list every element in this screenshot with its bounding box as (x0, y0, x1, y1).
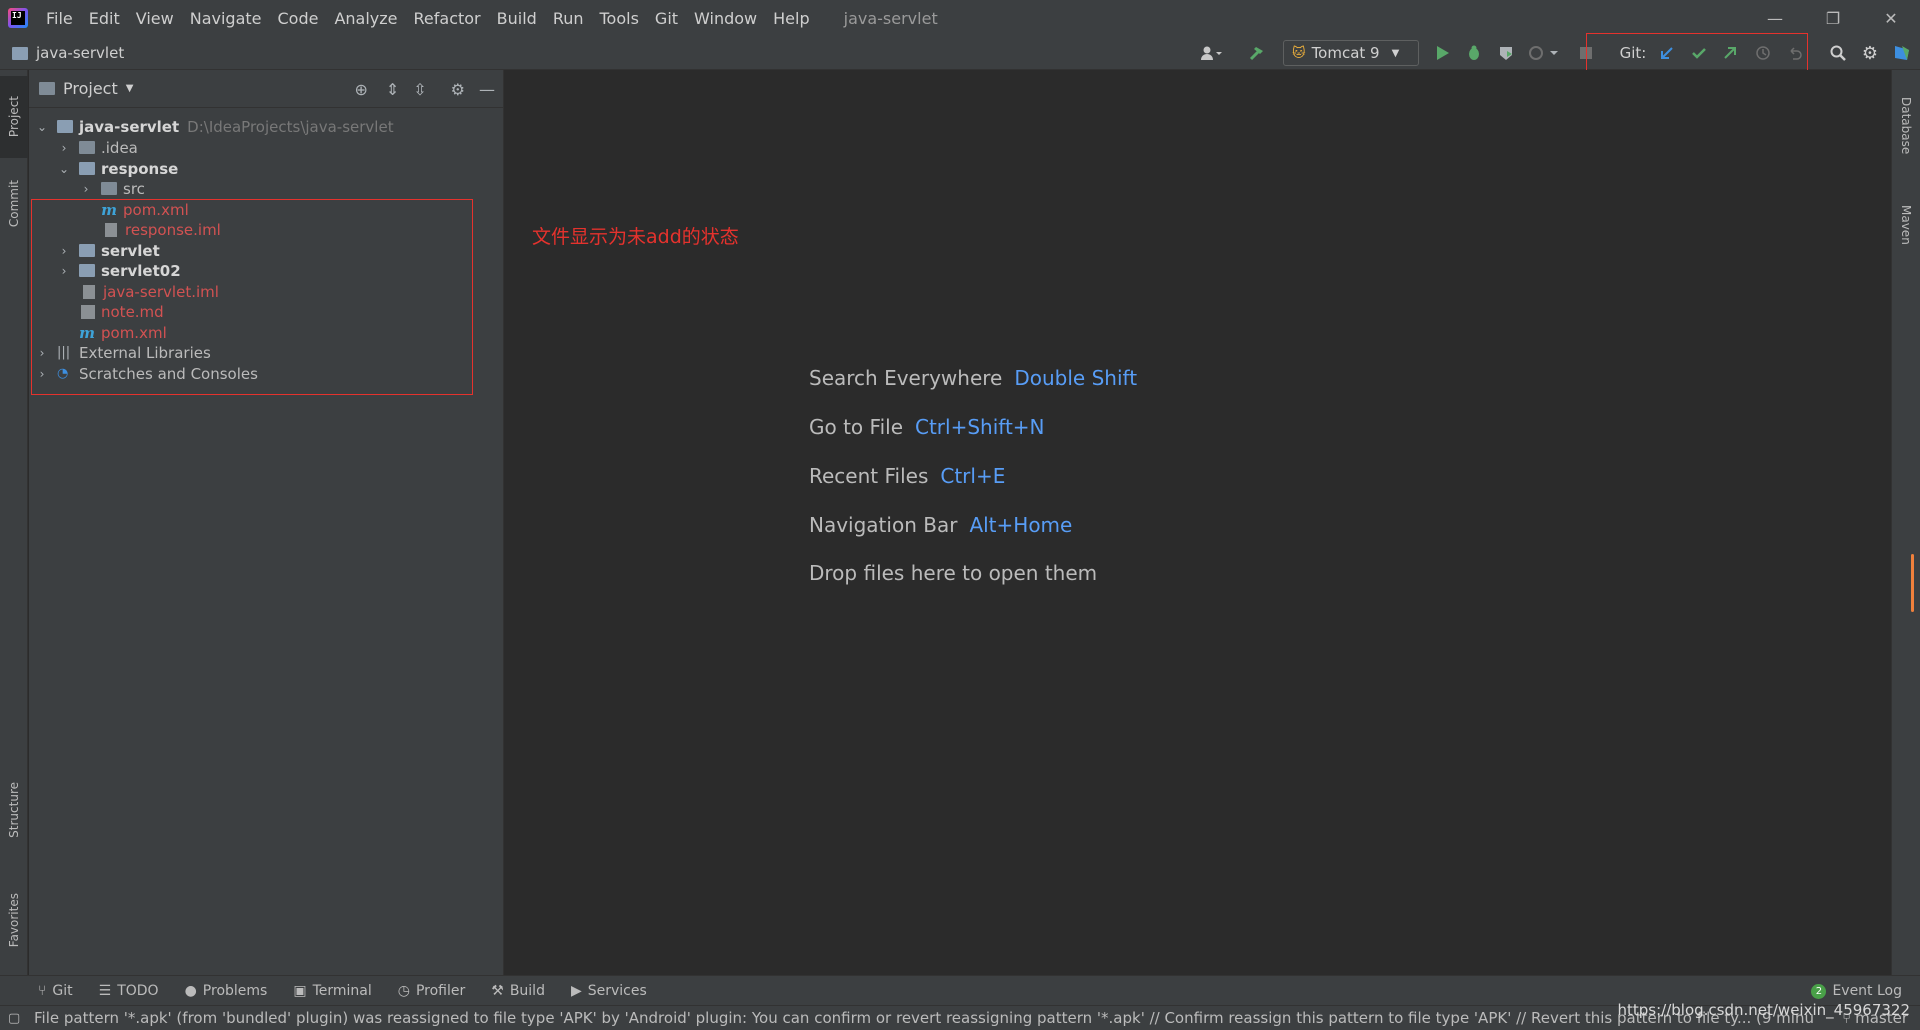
terminal-icon: ▣ (293, 982, 307, 999)
menu-help[interactable]: Help (765, 9, 817, 28)
annotation-text: 文件显示为未add的状态 (532, 226, 739, 248)
menu-view[interactable]: View (128, 9, 182, 28)
menu-navigate[interactable]: Navigate (182, 9, 270, 28)
run-icon[interactable] (1432, 36, 1454, 70)
window-controls: — ❐ ✕ (1746, 0, 1920, 36)
settings-gear-icon[interactable]: ⚙ (1858, 36, 1882, 70)
menu-refactor[interactable]: Refactor (406, 9, 489, 28)
tool-build[interactable]: ⚒ Build (491, 983, 545, 999)
profile-dropdown-icon[interactable] (1526, 36, 1560, 70)
tomcat-icon: 🐱 (1292, 45, 1306, 61)
tab-favorites[interactable]: Favorites (0, 876, 28, 964)
project-panel-title: Project (63, 79, 118, 98)
chevron-right-icon[interactable]: › (79, 182, 93, 196)
chevron-down-icon[interactable]: ⌄ (35, 120, 49, 134)
left-tool-strip: Project Commit Structure Favorites (0, 70, 28, 975)
minimize-button[interactable]: — (1746, 0, 1804, 36)
problems-icon: ● (184, 982, 197, 999)
tree-label: java-servlet (79, 117, 180, 136)
locate-file-icon[interactable]: ⊕ (354, 80, 367, 99)
menu-window[interactable]: Window (686, 9, 765, 28)
tab-commit[interactable]: Commit (0, 168, 28, 240)
restore-button[interactable]: ❐ (1804, 0, 1862, 36)
debug-icon[interactable] (1463, 36, 1485, 70)
menu-run[interactable]: Run (545, 9, 592, 28)
window-title: java-servlet (843, 8, 938, 28)
user-icon[interactable] (1196, 36, 1226, 70)
expand-all-icon[interactable]: ⇕ (386, 80, 399, 99)
project-folder-icon (12, 46, 28, 60)
project-panel-header: Project ▼ ⊕ ⇕ ⇳ ⚙ — (29, 70, 503, 108)
hint-search-everywhere: Search Everywhere Double Shift (809, 366, 1138, 390)
tree-label: .idea (101, 138, 138, 157)
editor-area[interactable] (505, 70, 1891, 975)
tree-label: src (123, 179, 145, 198)
project-view-icon (39, 82, 55, 95)
tab-database[interactable]: Database (1892, 76, 1920, 176)
tool-problems[interactable]: ● Problems (185, 983, 268, 999)
tree-path: D:\IdeaProjects\java-servlet (187, 117, 394, 136)
event-count-badge: 2 (1811, 983, 1827, 999)
module-folder-icon (57, 120, 73, 133)
breadcrumb[interactable]: java-servlet (12, 36, 124, 70)
menu-bar: IJ File Edit View Navigate Code Analyze … (0, 0, 1920, 36)
hammer-icon: ⚒ (491, 982, 504, 999)
watermark: https://blog.csdn.net/weixin_45967322 (1617, 1001, 1910, 1019)
gear-icon[interactable]: ⚙ (451, 80, 465, 99)
status-toggle-icon[interactable]: ▢ (8, 1011, 20, 1026)
tab-project[interactable]: Project (0, 76, 28, 158)
hint-drop-files: Drop files here to open them (809, 561, 1098, 585)
event-log-label: Event Log (1832, 983, 1902, 999)
menu-analyze[interactable]: Analyze (326, 9, 405, 28)
right-tool-strip: Database Maven (1891, 70, 1920, 975)
services-icon: ▶ (570, 982, 582, 999)
chevron-down-icon[interactable]: ⌄ (57, 162, 71, 176)
menu-tools[interactable]: Tools (592, 9, 647, 28)
collapse-all-icon[interactable]: ⇳ (413, 80, 426, 99)
tool-terminal[interactable]: ▣ Terminal (293, 983, 371, 999)
build-hammer-icon[interactable] (1245, 36, 1269, 70)
tool-git[interactable]: ⑂ Git (38, 983, 73, 999)
search-icon[interactable] (1826, 36, 1850, 70)
run-config-label: Tomcat 9 (1311, 44, 1380, 62)
list-icon: ☰ (98, 982, 112, 999)
tab-structure[interactable]: Structure (0, 770, 28, 850)
project-view-selector[interactable]: Project ▼ (39, 79, 133, 98)
chevron-right-icon[interactable]: › (57, 141, 71, 155)
hint-recent-files: Recent Files Ctrl+E (809, 464, 1006, 488)
profiler-icon: ◷ (397, 982, 410, 999)
tree-label: response (101, 159, 179, 178)
breadcrumb-project: java-servlet (36, 44, 125, 62)
git-branch-icon: ⑂ (38, 982, 47, 999)
tab-maven[interactable]: Maven (1892, 188, 1920, 262)
folder-icon (101, 182, 117, 195)
jetbrains-toolbox-icon[interactable] (1890, 36, 1914, 70)
menu-edit[interactable]: Edit (81, 9, 128, 28)
folder-icon (79, 141, 95, 154)
coverage-icon[interactable] (1495, 36, 1517, 70)
chevron-down-icon: ▼ (125, 83, 134, 94)
tool-todo[interactable]: ☰ TODO (99, 983, 159, 999)
intellij-logo-icon: IJ (8, 8, 28, 28)
hide-icon[interactable]: — (479, 80, 495, 99)
menu-code[interactable]: Code (270, 9, 327, 28)
tool-services[interactable]: ▶ Services (571, 983, 647, 999)
module-folder-icon (79, 162, 95, 175)
menu-git[interactable]: Git (647, 9, 686, 28)
close-button[interactable]: ✕ (1862, 0, 1920, 36)
menu-build[interactable]: Build (489, 9, 545, 28)
tool-profiler[interactable]: ◷ Profiler (398, 983, 466, 999)
menu-file[interactable]: File (38, 9, 81, 28)
scrollbar-marker (1911, 554, 1914, 612)
hint-go-to-file: Go to File Ctrl+Shift+N (809, 415, 1045, 439)
status-message[interactable]: File pattern '*.apk' (from 'bundled' plu… (34, 1009, 1814, 1027)
unversioned-files-highlight (31, 199, 473, 395)
project-panel-actions: ⊕ ⇕ ⇳ ⚙ — (354, 70, 495, 108)
hint-navigation-bar: Navigation Bar Alt+Home (809, 513, 1073, 537)
run-config-dropdown[interactable]: 🐱 Tomcat 9 ▼ (1283, 40, 1419, 66)
chevron-down-icon: ▼ (1391, 47, 1400, 59)
